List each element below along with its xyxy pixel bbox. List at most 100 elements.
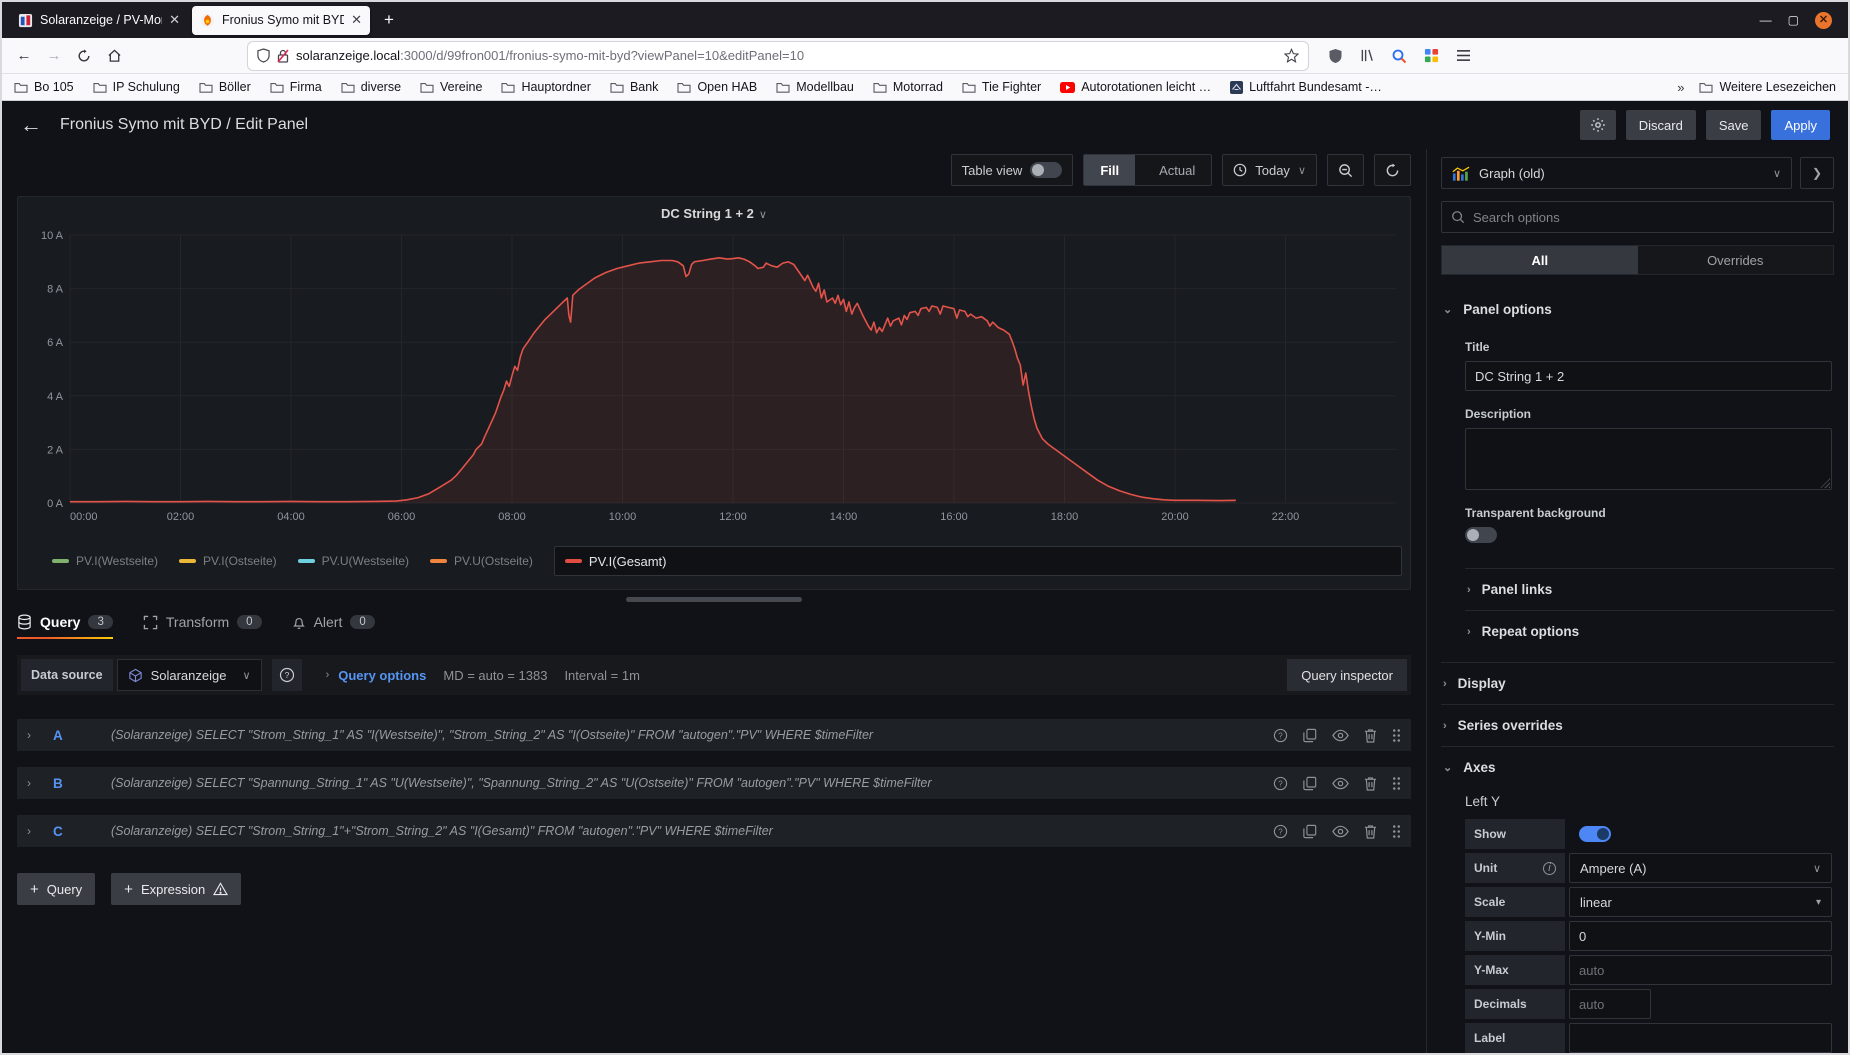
- query-row-A[interactable]: ›A(Solaranzeige) SELECT "Strom_String_1"…: [17, 719, 1411, 751]
- y-max-input[interactable]: [1569, 955, 1832, 985]
- query-sql-text[interactable]: (Solaranzeige) SELECT "Spannung_String_1…: [111, 776, 1261, 790]
- bookmark-item[interactable]: Firma: [270, 80, 322, 94]
- home-icon[interactable]: [100, 43, 128, 69]
- panel-description-textarea[interactable]: [1465, 428, 1832, 490]
- unit-select[interactable]: Ampere (A)∨: [1569, 853, 1832, 883]
- legend-item[interactable]: PV.U(Westseite): [298, 554, 409, 568]
- account-avatar-icon[interactable]: [1420, 45, 1442, 67]
- bookmark-item[interactable]: Luftfahrt Bundesamt -…: [1230, 80, 1382, 94]
- table-view-switch[interactable]: [1030, 162, 1062, 178]
- tab-query[interactable]: Query 3: [17, 614, 113, 639]
- scale-select[interactable]: linear▾: [1569, 887, 1832, 917]
- tab-close-icon[interactable]: ✕: [169, 12, 180, 28]
- options-search[interactable]: [1441, 201, 1834, 233]
- apply-button[interactable]: Apply: [1771, 110, 1830, 140]
- bookmark-item[interactable]: Autorotationen leicht …: [1060, 80, 1211, 94]
- expand-query-chevron-icon[interactable]: ›: [27, 776, 53, 790]
- panel-title[interactable]: DC String 1 + 2∨: [26, 201, 1402, 223]
- bookmark-item[interactable]: Modellbau: [776, 80, 854, 94]
- datasource-select[interactable]: Solaranzeige ∨: [117, 659, 262, 691]
- legend-item[interactable]: PV.I(Westseite): [52, 554, 158, 568]
- toggle-visibility-eye-icon[interactable]: [1332, 729, 1349, 742]
- browser-tab-solaranzeige[interactable]: Solaranzeige / PV-Monito ✕: [10, 6, 188, 35]
- browser-tab-grafana[interactable]: Fronius Symo mit BYD - G ✕: [192, 6, 370, 35]
- bookmark-item[interactable]: Tie Fighter: [962, 80, 1041, 94]
- refresh-button[interactable]: [1374, 154, 1411, 186]
- bookmark-item[interactable]: IP Schulung: [93, 80, 180, 94]
- duplicate-query-icon[interactable]: [1303, 776, 1317, 791]
- drag-handle-icon[interactable]: [1392, 824, 1401, 839]
- pane-resize-handle[interactable]: [626, 597, 802, 602]
- maximize-icon[interactable]: ▢: [1788, 13, 1799, 27]
- bookmark-item[interactable]: Hauptordner: [501, 80, 591, 94]
- tab-overrides[interactable]: Overrides: [1638, 246, 1834, 274]
- close-icon[interactable]: ✕: [1815, 12, 1832, 29]
- discard-button[interactable]: Discard: [1626, 110, 1696, 140]
- transparent-bg-toggle[interactable]: [1465, 527, 1497, 543]
- section-series-overrides[interactable]: › Series overrides: [1441, 704, 1834, 746]
- zoom-out-button[interactable]: [1327, 154, 1364, 186]
- duplicate-query-icon[interactable]: [1303, 824, 1317, 839]
- delete-query-trash-icon[interactable]: [1364, 776, 1377, 791]
- tab-all-options[interactable]: All: [1442, 246, 1638, 274]
- bookmark-item[interactable]: Bank: [610, 80, 659, 94]
- query-inspector-button[interactable]: Query inspector: [1287, 659, 1407, 691]
- add-query-button[interactable]: + Query: [17, 873, 95, 905]
- bookmark-item[interactable]: Motorrad: [873, 80, 943, 94]
- section-display[interactable]: › Display: [1441, 662, 1834, 704]
- new-tab-button[interactable]: +: [374, 10, 404, 30]
- section-panel-options[interactable]: ⌄ Panel options: [1441, 289, 1834, 330]
- query-row-B[interactable]: ›B(Solaranzeige) SELECT "Spannung_String…: [17, 767, 1411, 799]
- time-range-picker[interactable]: Today ∨: [1222, 154, 1317, 186]
- legend-item[interactable]: PV.U(Ostseite): [430, 554, 533, 568]
- query-sql-text[interactable]: (Solaranzeige) SELECT "Strom_String_1" A…: [111, 728, 1261, 742]
- insecure-lock-icon[interactable]: [277, 49, 289, 63]
- tab-close-icon[interactable]: ✕: [351, 12, 362, 28]
- expand-query-chevron-icon[interactable]: ›: [27, 728, 53, 742]
- section-axes[interactable]: ⌄ Axes: [1441, 746, 1834, 788]
- query-sql-text[interactable]: (Solaranzeige) SELECT "Strom_String_1"+"…: [111, 824, 1261, 838]
- query-row-C[interactable]: ›C(Solaranzeige) SELECT "Strom_String_1"…: [17, 815, 1411, 847]
- toggle-visibility-eye-icon[interactable]: [1332, 777, 1349, 790]
- panel-settings-gear-icon[interactable]: [1580, 110, 1616, 140]
- tab-alert[interactable]: Alert 0: [292, 614, 375, 639]
- tracking-shield-icon[interactable]: [257, 48, 270, 63]
- left-y-show-toggle[interactable]: [1579, 826, 1611, 842]
- library-icon[interactable]: [1356, 45, 1378, 67]
- options-search-input[interactable]: [1473, 210, 1824, 225]
- bookmark-item[interactable]: Open HAB: [677, 80, 757, 94]
- query-refid[interactable]: A: [53, 728, 111, 743]
- bookmark-item[interactable]: diverse: [341, 80, 401, 94]
- back-to-dashboard-icon[interactable]: ←: [20, 112, 42, 138]
- bookmark-item[interactable]: Vereine: [420, 80, 482, 94]
- timeseries-chart[interactable]: 0 A2 A4 A6 A8 A10 A00:0002:0004:0006:000…: [26, 223, 1412, 535]
- search-addon-icon[interactable]: [1388, 45, 1410, 67]
- expand-query-chevron-icon[interactable]: ›: [27, 824, 53, 838]
- panel-title-input[interactable]: [1465, 361, 1832, 391]
- bookmark-star-icon[interactable]: [1284, 48, 1299, 63]
- bookmark-item[interactable]: Böller: [199, 80, 251, 94]
- y-min-input[interactable]: [1569, 921, 1832, 951]
- toggle-visibility-eye-icon[interactable]: [1332, 825, 1349, 838]
- query-help-icon[interactable]: ?: [1273, 728, 1288, 743]
- resize-grip-icon[interactable]: [1820, 478, 1830, 488]
- query-refid[interactable]: B: [53, 776, 111, 791]
- url-text[interactable]: solaranzeige.local:3000/d/99fron001/fron…: [296, 48, 1277, 63]
- query-help-icon[interactable]: ?: [1273, 824, 1288, 839]
- legend-item[interactable]: PV.I(Gesamt): [554, 546, 1402, 576]
- fill-option[interactable]: Fill: [1084, 155, 1135, 185]
- drag-handle-icon[interactable]: [1392, 776, 1401, 791]
- duplicate-query-icon[interactable]: [1303, 728, 1317, 743]
- more-bookmarks[interactable]: Weitere Lesezeichen: [1699, 80, 1836, 94]
- extension-shield-icon[interactable]: [1324, 45, 1346, 67]
- legend-item[interactable]: PV.I(Ostseite): [179, 554, 277, 568]
- section-repeat-options[interactable]: › Repeat options: [1465, 610, 1834, 652]
- hamburger-menu-icon[interactable]: [1452, 45, 1474, 67]
- table-view-toggle[interactable]: Table view: [951, 154, 1074, 186]
- forward-button[interactable]: →: [40, 43, 68, 69]
- section-panel-links[interactable]: › Panel links: [1465, 568, 1834, 610]
- decimals-input[interactable]: [1569, 989, 1651, 1019]
- query-help-icon[interactable]: ?: [1273, 776, 1288, 791]
- collapse-options-pane-button[interactable]: ❯: [1800, 157, 1834, 189]
- reload-icon[interactable]: [70, 43, 98, 69]
